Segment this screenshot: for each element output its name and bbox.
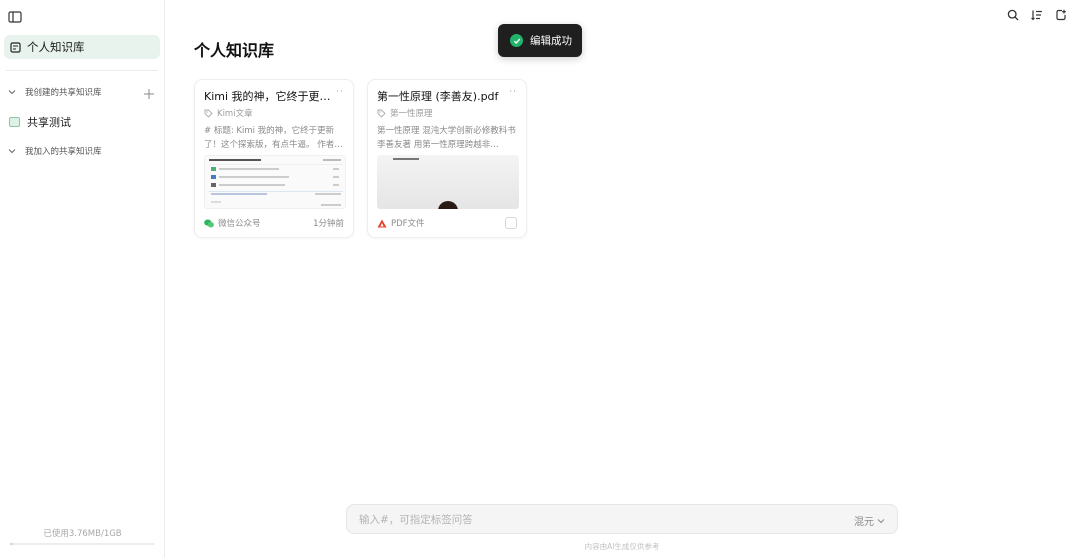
section-joined-shared-kb[interactable]: 我加入的共享知识库 (8, 145, 102, 157)
model-selector[interactable]: 混元 (854, 513, 885, 528)
card-time: 1分钟前 (313, 219, 344, 229)
sidebar-item-personal-kb[interactable]: 个人知识库 (4, 35, 160, 59)
storage-usage-bar (10, 543, 155, 545)
sidebar-item-label: 共享测试 (27, 116, 71, 129)
card-description: 第一性原理 混沌大学创新必修教科书 李善友著 用第一性原理跨越非… (377, 126, 516, 150)
card-source-label: PDF文件 (391, 219, 425, 229)
chevron-down-icon (8, 147, 16, 155)
sort-icon[interactable] (1028, 6, 1046, 24)
card-tag-label: Kimi文章 (217, 109, 253, 119)
add-document-icon[interactable] (1052, 6, 1070, 24)
section-label: 我创建的共享知识库 (25, 88, 102, 98)
section-label: 我加入的共享知识库 (25, 147, 102, 157)
card-title: Kimi 我的神，它终于更新… (204, 90, 332, 103)
card-thumbnail (377, 155, 519, 209)
card-thumbnail (204, 155, 346, 209)
card-tag-label: 第一性原理 (390, 109, 433, 119)
search-icon[interactable] (1004, 6, 1022, 24)
sidebar-toggle-icon[interactable] (8, 8, 22, 23)
storage-usage-fill (10, 543, 13, 545)
check-circle-icon (510, 34, 523, 47)
toolbar (1004, 6, 1070, 24)
card-title: 第一性原理 (李善友).pdf (377, 90, 499, 103)
card-description: # 标题: Kimi 我的神，它终于更新了！这个探索版，有点牛逼。 作者… (204, 126, 343, 150)
chevron-down-icon (8, 88, 16, 96)
kb-icon (9, 117, 20, 127)
success-toast: 编辑成功 (498, 24, 582, 57)
page-title: 个人知识库 (194, 41, 275, 60)
app-window: 个人知识库 我创建的共享知识库 共享测试 我加入的共享知识库 已使用3.76MB… (0, 0, 1080, 558)
card-tag[interactable]: 第一性原理 (377, 107, 433, 119)
document-card[interactable]: 第一性原理 (李善友).pdf ·· 第一性原理 第一性原理 混沌大学创新必修教… (367, 79, 527, 238)
toast-text: 编辑成功 (530, 35, 572, 47)
sidebar-item-shared-test[interactable]: 共享测试 (9, 114, 71, 130)
card-footer: 微信公众号 1分钟前 (204, 217, 344, 229)
tag-icon (204, 109, 213, 118)
tag-icon (377, 109, 386, 118)
card-source-label: 微信公众号 (218, 219, 261, 229)
book-icon (10, 38, 21, 57)
model-label: 混元 (854, 517, 874, 528)
section-created-shared-kb[interactable]: 我创建的共享知识库 (8, 86, 102, 98)
sidebar-divider (6, 70, 158, 71)
sidebar: 个人知识库 我创建的共享知识库 共享测试 我加入的共享知识库 已使用3.76MB… (0, 0, 165, 558)
card-source: 微信公众号 (204, 217, 261, 229)
storage-usage-text: 已使用3.76MB/1GB (43, 529, 122, 539)
document-card[interactable]: Kimi 我的神，它终于更新… ·· Kimi文章 # 标题: Kimi 我的神… (194, 79, 354, 238)
ai-disclaimer: 内容由AI生成仅供参考 (584, 542, 660, 551)
ask-input[interactable] (359, 511, 779, 529)
chevron-down-icon (877, 518, 885, 523)
card-tag[interactable]: Kimi文章 (204, 107, 253, 119)
card-source: PDF文件 (377, 217, 425, 229)
sidebar-item-label: 个人知识库 (27, 40, 85, 54)
ask-bar: 混元 (346, 504, 898, 534)
more-options-icon[interactable]: ·· (509, 87, 517, 97)
add-shared-kb-icon[interactable] (143, 85, 155, 99)
select-checkbox[interactable] (505, 217, 517, 229)
more-options-icon[interactable]: ·· (336, 87, 344, 97)
card-footer: PDF文件 (377, 217, 517, 229)
wechat-icon (204, 219, 214, 227)
pdf-icon (377, 219, 387, 227)
